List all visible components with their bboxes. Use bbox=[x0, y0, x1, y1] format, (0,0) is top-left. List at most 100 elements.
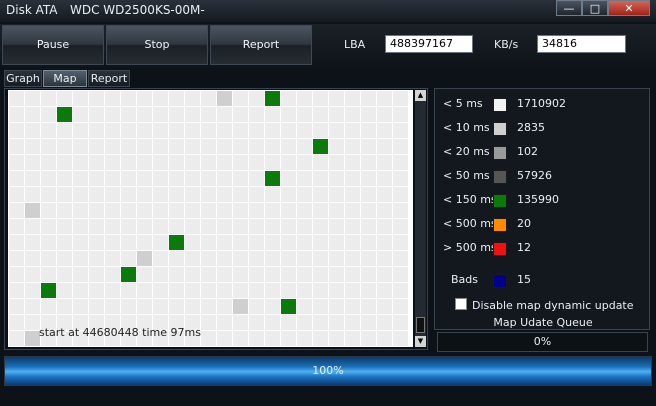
checkbox-icon[interactable] bbox=[455, 298, 467, 310]
map-cell bbox=[105, 107, 120, 122]
tab-graph[interactable]: Graph bbox=[4, 70, 42, 87]
map-cell bbox=[265, 251, 280, 266]
map-scrollbar[interactable]: ▲ ▼ bbox=[415, 90, 426, 347]
map-cell bbox=[393, 107, 408, 122]
map-cell bbox=[249, 251, 264, 266]
map-cell bbox=[9, 203, 24, 218]
map-cell bbox=[25, 139, 40, 154]
map-cell bbox=[281, 267, 296, 282]
map-cell bbox=[121, 235, 136, 250]
legend-row: < 20 ms 102 bbox=[435, 145, 651, 161]
map-cell bbox=[121, 251, 136, 266]
map-cell bbox=[377, 187, 392, 202]
map-cell bbox=[265, 315, 280, 330]
map-cell bbox=[201, 187, 216, 202]
map-cell bbox=[89, 171, 104, 186]
map-cell bbox=[361, 107, 376, 122]
legend-label: < 50 ms bbox=[443, 169, 490, 182]
map-cell bbox=[217, 235, 232, 250]
map-cell bbox=[377, 91, 392, 106]
legend-panel: < 5 ms 1710902 < 10 ms 2835 < 20 ms 102 … bbox=[434, 88, 650, 330]
map-cell bbox=[393, 283, 408, 298]
map-cell bbox=[185, 203, 200, 218]
map-cell bbox=[153, 187, 168, 202]
map-cell bbox=[297, 235, 312, 250]
map-cell bbox=[153, 251, 168, 266]
map-cell bbox=[137, 107, 152, 122]
map-cell bbox=[169, 251, 184, 266]
map-cell bbox=[57, 123, 72, 138]
surface-map-panel: start at 44680448 time 97ms ▲ ▼ bbox=[4, 88, 428, 350]
close-button[interactable]: ✕ bbox=[608, 0, 650, 16]
map-cell bbox=[73, 235, 88, 250]
map-cell bbox=[313, 331, 328, 346]
minimize-button[interactable]: — bbox=[556, 0, 582, 16]
legend-count: 15 bbox=[517, 273, 531, 286]
maximize-button[interactable]: □ bbox=[582, 0, 608, 16]
map-cell bbox=[345, 251, 360, 266]
map-cell bbox=[89, 267, 104, 282]
map-cell bbox=[217, 155, 232, 170]
map-cell bbox=[249, 299, 264, 314]
map-cell bbox=[105, 283, 120, 298]
map-cell bbox=[217, 171, 232, 186]
pause-button[interactable]: Pause bbox=[2, 25, 104, 65]
disable-dynamic-update-checkbox[interactable]: Disable map dynamic update bbox=[455, 298, 634, 312]
map-cell bbox=[265, 331, 280, 346]
legend-swatch bbox=[493, 218, 507, 232]
map-cell bbox=[137, 139, 152, 154]
map-cell bbox=[105, 123, 120, 138]
map-cell bbox=[9, 155, 24, 170]
map-cell bbox=[57, 139, 72, 154]
map-cell bbox=[9, 315, 24, 330]
map-cell bbox=[41, 267, 56, 282]
map-cell bbox=[153, 219, 168, 234]
report-button[interactable]: Report bbox=[210, 25, 312, 65]
map-cell bbox=[185, 139, 200, 154]
map-cell bbox=[329, 219, 344, 234]
progress-label: 100% bbox=[312, 364, 344, 377]
tab-report[interactable]: Report bbox=[88, 70, 130, 87]
map-cell bbox=[89, 283, 104, 298]
map-cell bbox=[361, 139, 376, 154]
map-cell bbox=[281, 187, 296, 202]
scroll-down-arrow-icon[interactable]: ▼ bbox=[415, 336, 426, 347]
map-block-150ms bbox=[265, 91, 280, 106]
map-cell bbox=[57, 299, 72, 314]
map-cell bbox=[201, 91, 216, 106]
map-cell bbox=[89, 299, 104, 314]
map-cell bbox=[249, 331, 264, 346]
stop-button[interactable]: Stop bbox=[106, 25, 208, 65]
map-cell bbox=[121, 187, 136, 202]
scroll-up-arrow-icon[interactable]: ▲ bbox=[415, 90, 426, 101]
map-cell bbox=[73, 155, 88, 170]
lba-field[interactable]: 488397167 bbox=[385, 35, 473, 53]
map-cell bbox=[249, 155, 264, 170]
map-cell bbox=[41, 91, 56, 106]
map-cell bbox=[345, 107, 360, 122]
map-cell bbox=[329, 267, 344, 282]
map-cell bbox=[89, 155, 104, 170]
map-block-150ms bbox=[281, 299, 296, 314]
map-cell bbox=[137, 155, 152, 170]
speed-field[interactable]: 34816 bbox=[537, 35, 626, 53]
map-cell bbox=[217, 203, 232, 218]
map-cell bbox=[345, 187, 360, 202]
map-cell bbox=[217, 331, 232, 346]
map-cell bbox=[393, 203, 408, 218]
tab-map[interactable]: Map bbox=[43, 70, 87, 87]
map-cell bbox=[297, 187, 312, 202]
map-cell bbox=[25, 235, 40, 250]
scroll-thumb[interactable] bbox=[416, 317, 425, 333]
map-cell bbox=[345, 283, 360, 298]
map-cell bbox=[281, 331, 296, 346]
map-cell bbox=[121, 283, 136, 298]
legend-label: < 500 ms bbox=[443, 217, 497, 230]
window-controls: — □ ✕ bbox=[556, 0, 650, 18]
map-cell bbox=[89, 123, 104, 138]
map-cell bbox=[265, 139, 280, 154]
map-cell bbox=[233, 235, 248, 250]
map-cell bbox=[121, 155, 136, 170]
map-cell bbox=[105, 203, 120, 218]
map-cell bbox=[393, 315, 408, 330]
